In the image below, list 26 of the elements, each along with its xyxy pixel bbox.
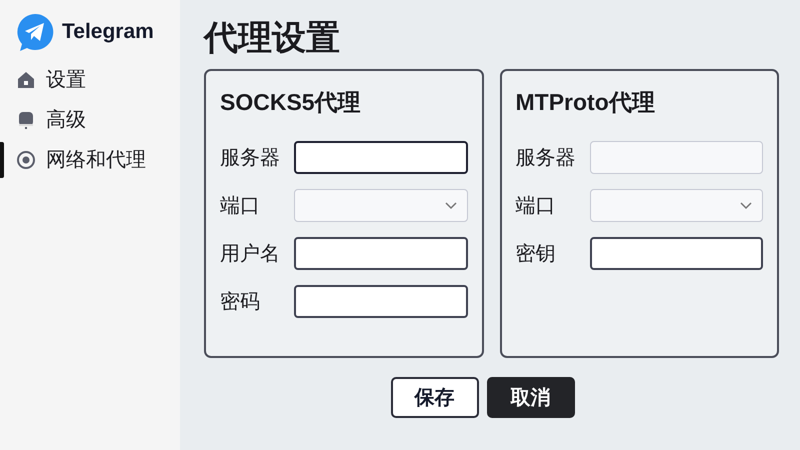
field-label: 用户名 [220, 242, 281, 267]
field-label: 服务器 [220, 146, 281, 171]
field-label: 端口 [516, 194, 556, 219]
page-title: 代理设置 [204, 20, 341, 58]
home-icon [16, 70, 36, 90]
device-icon [16, 110, 36, 130]
input-field[interactable] [294, 237, 468, 270]
input-field[interactable] [590, 237, 763, 270]
field-label: 端口 [220, 194, 261, 219]
sidebar-item[interactable]: 设置 [0, 60, 180, 100]
telegram-logo-icon [16, 13, 54, 51]
field-label: 密钥 [516, 242, 556, 267]
chevron-down-icon [444, 202, 456, 210]
panel-title: MTProto代理 [516, 88, 656, 118]
field-label: 服务器 [516, 146, 576, 171]
input-field[interactable] [294, 141, 468, 174]
app-name: Telegram [62, 19, 154, 46]
cancel-button[interactable]: 取消 [486, 377, 574, 418]
panel-title: SOCKS5代理 [220, 88, 362, 118]
target-icon [16, 150, 36, 170]
save-button[interactable]: 保存 [390, 377, 478, 418]
sidebar-item[interactable]: 高级 [0, 100, 180, 140]
chevron-down-icon [740, 202, 752, 210]
input-field[interactable] [294, 285, 468, 318]
field-label: 密码 [220, 290, 261, 315]
sidebar-item[interactable]: 网络和代理 [0, 140, 180, 180]
